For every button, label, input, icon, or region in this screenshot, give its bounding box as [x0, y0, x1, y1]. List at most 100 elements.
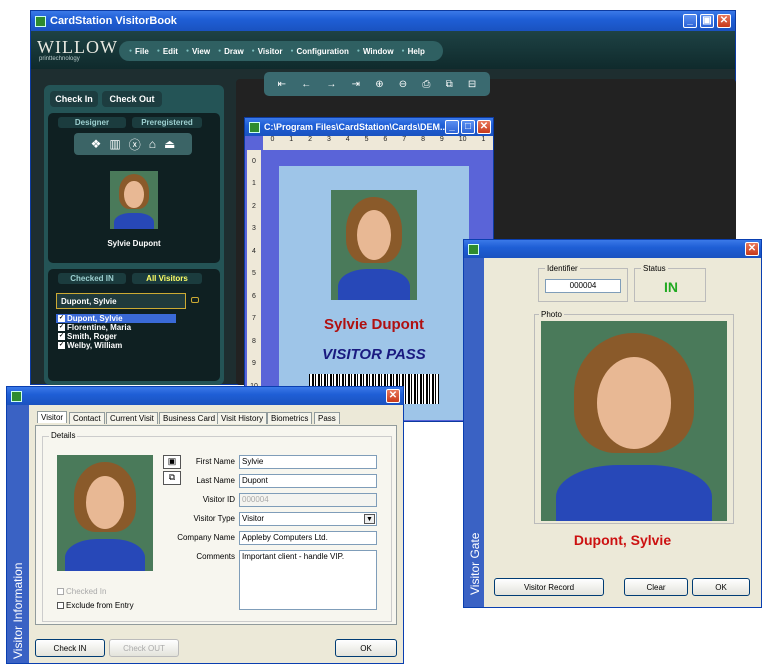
help-icon[interactable]: ⓧ	[129, 136, 141, 153]
company-name-label: Company Name	[177, 533, 235, 542]
id-card[interactable]: Sylvie Dupont VISITOR PASS	[279, 166, 469, 420]
tab-current-visit[interactable]: Current Visit	[106, 412, 158, 424]
close-icon[interactable]: ✕	[717, 14, 731, 28]
close-icon[interactable]: ✕	[477, 120, 491, 134]
tab-contact[interactable]: Contact	[69, 412, 105, 424]
gate-window-icon	[468, 243, 479, 255]
settings-icon[interactable]: ⊟	[468, 79, 476, 90]
visitor-photo	[57, 455, 153, 571]
restore-icon[interactable]: ▣	[700, 14, 714, 28]
tab-biometrics[interactable]: Biometrics	[267, 412, 313, 424]
logo-subtitle: printtechnology	[39, 56, 80, 62]
app-title: CardStation VisitorBook	[50, 15, 177, 27]
ok-button[interactable]: OK	[335, 639, 397, 657]
zoom-in-icon[interactable]: ⊕	[375, 79, 383, 90]
info-window-icon	[11, 390, 22, 402]
book-icon[interactable]: ▥	[109, 137, 120, 151]
last-icon[interactable]: ⇥	[352, 79, 360, 90]
tab-checked-in[interactable]: Checked IN	[58, 273, 126, 284]
clear-button[interactable]: Clear	[624, 578, 688, 596]
card-window-title: C:\Program Files\CardStation\Cards\DEM..…	[264, 122, 448, 132]
menu-draw[interactable]: Draw	[218, 47, 244, 56]
chevron-down-icon[interactable]: ▼	[364, 514, 375, 524]
ok-button[interactable]: OK	[692, 578, 750, 596]
identifier-field[interactable]: 000004	[545, 279, 621, 293]
gate-visitor-name: Dupont, Sylvie	[573, 532, 672, 548]
visitor-type-select[interactable]: Visitor ▼	[239, 512, 377, 526]
visitor-information-dialog: ✕ Visitor Information Visitor Contact Cu…	[6, 386, 404, 664]
tab-designer[interactable]: Designer	[58, 117, 126, 128]
list-item[interactable]: ✓ Welby, William	[56, 341, 176, 350]
export-icon[interactable]: ⧉	[446, 79, 453, 90]
check-out-tab[interactable]: Check Out	[102, 91, 162, 107]
visitor-name-label: Sylvie Dupont	[107, 239, 161, 248]
first-name-label: First Name	[195, 457, 235, 466]
last-name-field[interactable]: Dupont	[239, 474, 377, 488]
card-window-icon	[249, 121, 260, 133]
tab-preregistered[interactable]: Preregistered	[132, 117, 202, 128]
company-name-field[interactable]: Appleby Computers Ltd.	[239, 531, 377, 545]
visitor-list-box: Checked IN All Visitors Dupont, Sylvie ✓…	[48, 269, 220, 381]
last-name-label: Last Name	[196, 476, 235, 485]
prev-icon[interactable]: ←	[301, 79, 311, 90]
add-visitor-icon[interactable]: ❖	[91, 137, 102, 151]
photo-label: Photo	[539, 310, 564, 319]
willow-logo: WILLOW	[37, 37, 118, 57]
main-title-bar[interactable]: CardStation VisitorBook _ ▣ ✕	[31, 11, 735, 31]
menu-help[interactable]: Help	[402, 47, 425, 56]
details-group: Details ▣ ⧉ First Name Sylvie Last Name …	[42, 431, 392, 622]
minimize-icon[interactable]: _	[683, 14, 697, 28]
action-icon-row: ❖ ▥ ⓧ ⌂ ⏏	[74, 133, 192, 155]
check-in-tab[interactable]: Check In	[50, 91, 98, 107]
menu-configuration[interactable]: Configuration	[290, 47, 348, 56]
card-window-title-bar[interactable]: C:\Program Files\CardStation\Cards\DEM..…	[245, 118, 493, 136]
visitor-list: ✓ Dupont, Sylvie ✓ Florentine, Maria ✓ Smit…	[56, 314, 176, 350]
visitor-gate-dialog: ✕ Visitor Gate Identifier 000004 Status …	[463, 239, 762, 608]
tab-visitor[interactable]: Visitor	[37, 411, 68, 423]
menu-visitor[interactable]: Visitor	[252, 47, 283, 56]
close-icon[interactable]: ✕	[386, 389, 400, 403]
left-panel: Check In Check Out Designer Preregistere…	[44, 85, 224, 385]
search-clear-icon[interactable]	[191, 297, 199, 303]
visitor-search-input[interactable]: Dupont, Sylvie	[56, 293, 186, 309]
list-item[interactable]: ✓ Florentine, Maria	[56, 323, 176, 332]
gate-title-bar[interactable]: ✕	[464, 240, 761, 258]
menu-view[interactable]: View	[186, 47, 210, 56]
menu-file[interactable]: File	[129, 47, 149, 56]
list-item[interactable]: ✓ Smith, Roger	[56, 332, 176, 341]
copy-icon[interactable]: ⧉	[163, 471, 181, 485]
vertical-ruler: 01234567891011	[247, 150, 261, 420]
gate-side-label: Visitor Gate	[468, 532, 482, 595]
tab-panel: Details ▣ ⧉ First Name Sylvie Last Name …	[35, 425, 397, 625]
tab-pass[interactable]: Pass	[314, 412, 340, 424]
exit-icon[interactable]: ⏏	[164, 137, 175, 151]
tab-all-visitors[interactable]: All Visitors	[132, 273, 202, 284]
zoom-out-icon[interactable]: ⊖	[399, 79, 407, 90]
tab-business-card[interactable]: Business Card	[159, 412, 220, 424]
next-icon[interactable]: →	[326, 79, 336, 90]
comments-field[interactable]: Important client - handle VIP.	[239, 550, 377, 610]
check-in-button[interactable]: Check IN	[35, 639, 105, 657]
minimize-icon[interactable]: _	[445, 120, 459, 134]
maximize-icon[interactable]: □	[461, 120, 475, 134]
details-label: Details	[49, 431, 78, 440]
info-title-bar[interactable]: ✕	[7, 387, 403, 405]
visitor-type-value: Visitor	[242, 514, 265, 523]
menu-edit[interactable]: Edit	[157, 47, 178, 56]
home-icon[interactable]: ⌂	[149, 137, 156, 151]
exclude-from-entry-checkbox[interactable]: Exclude from Entry	[57, 601, 134, 610]
visitor-id-label: Visitor ID	[202, 495, 235, 504]
camera-icon[interactable]: ▣	[163, 455, 181, 469]
tab-visit-history[interactable]: Visit History	[217, 412, 268, 424]
first-icon[interactable]: ⇤	[278, 79, 286, 90]
close-icon[interactable]: ✕	[745, 242, 759, 256]
list-item[interactable]: ✓ Dupont, Sylvie	[56, 314, 176, 323]
photo-group: Photo	[534, 310, 734, 524]
comments-label: Comments	[196, 552, 235, 561]
print-icon[interactable]: ⎙	[422, 79, 430, 90]
identifier-group: Identifier 000004	[538, 264, 628, 302]
visitor-record-button[interactable]: Visitor Record	[494, 578, 604, 596]
first-name-field[interactable]: Sylvie	[239, 455, 377, 469]
menu-window[interactable]: Window	[357, 47, 394, 56]
card-pass-label: VISITOR PASS	[322, 346, 426, 363]
